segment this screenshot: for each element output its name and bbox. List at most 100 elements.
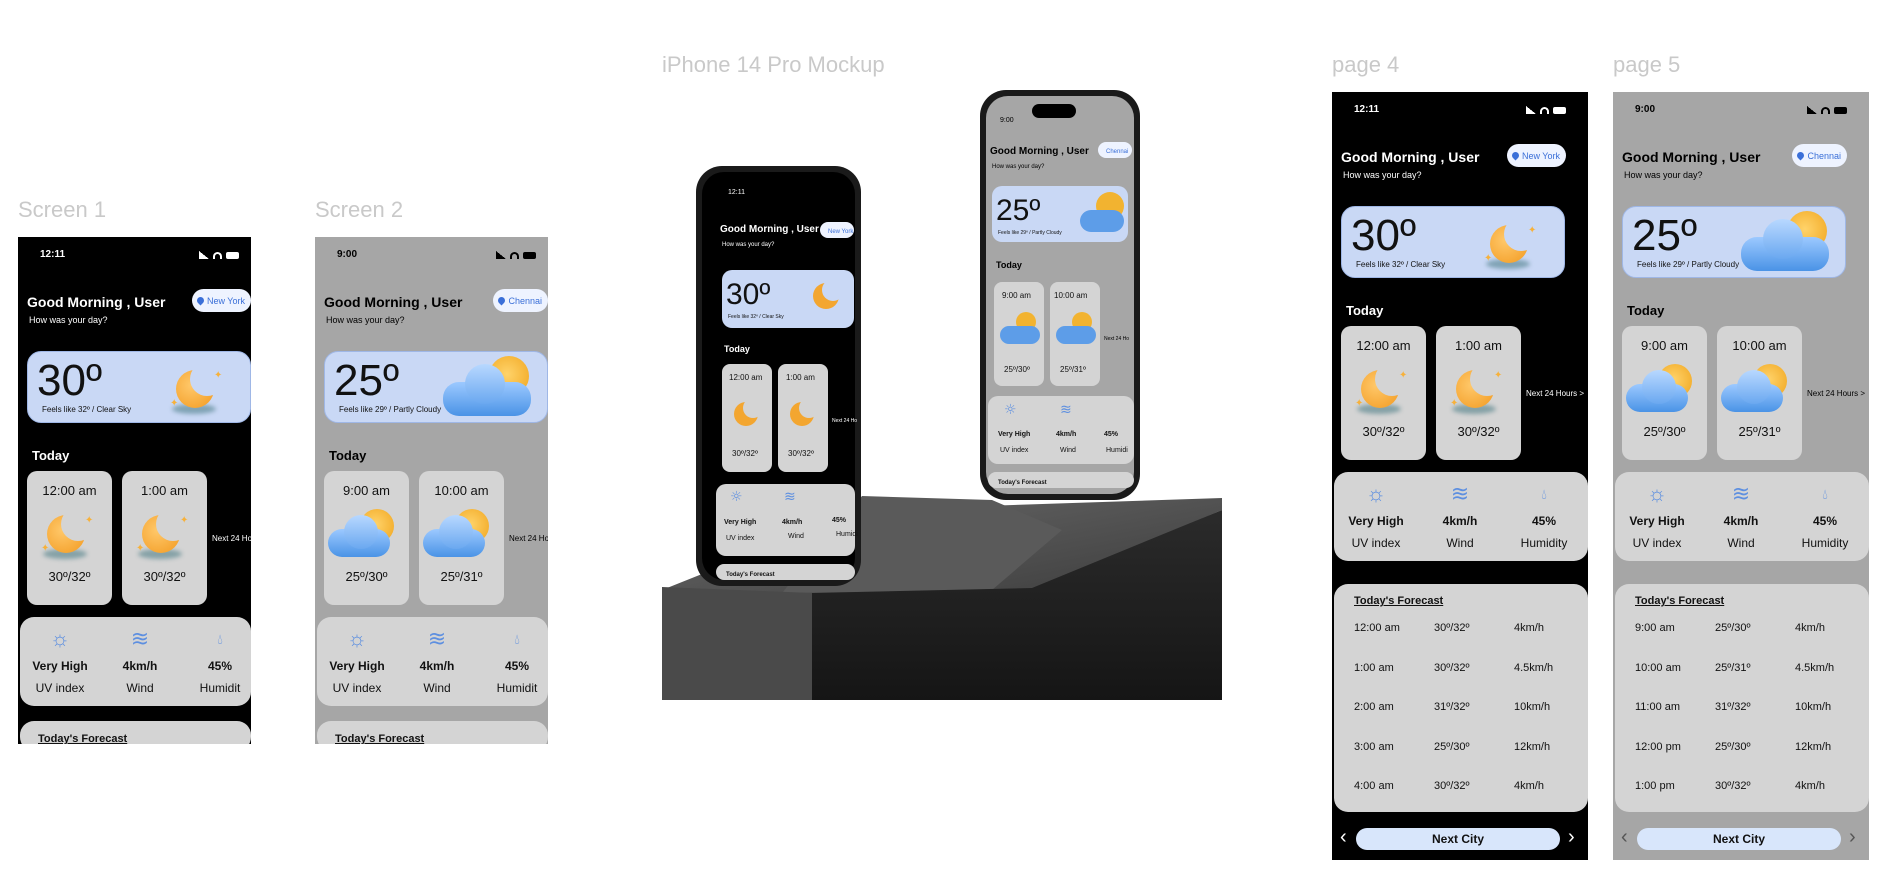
hourly-card[interactable]: 10:00 am 25º/31º bbox=[1717, 326, 1802, 460]
mock-back-l1: UV index bbox=[1000, 447, 1029, 454]
sun-cloud-icon bbox=[1741, 211, 1831, 271]
forecast-range: 30º/32º bbox=[1715, 780, 1751, 792]
forecast-title: Today's Forecast bbox=[1635, 595, 1725, 607]
forecast-wind: 4km/h bbox=[1514, 622, 1544, 634]
next-city-bar: ‹ Next City › bbox=[1613, 826, 1869, 850]
hour-time: 1:00 am bbox=[1455, 338, 1502, 353]
hour-time: 10:00 am bbox=[434, 483, 489, 498]
next-city-button[interactable]: Next City bbox=[1637, 828, 1841, 850]
wind-icon: ≋ bbox=[784, 489, 796, 505]
signal-icon bbox=[199, 251, 209, 259]
hourly-card[interactable]: 1:00 am ✦ ✦ 30º/32º bbox=[1436, 326, 1521, 460]
forecast-time: 12:00 am bbox=[1354, 622, 1400, 634]
stat-wind: ≋ 4km/h Wind bbox=[100, 617, 180, 706]
hourly-card[interactable]: 12:00 am ✦ ✦ 30º/32º bbox=[27, 471, 112, 605]
chevron-right-icon[interactable]: › bbox=[1849, 826, 1856, 848]
weather-stats-panel: ☼ Very High UV index ≋ 4km/h Wind 💧︎ 45% Humid… bbox=[20, 617, 251, 706]
page-4-frame[interactable]: 12:11 Good Morning , User How was your d… bbox=[1332, 92, 1588, 860]
city-selector-button[interactable]: Chennai bbox=[1792, 144, 1847, 167]
hour-temp-range: 25º/30º bbox=[1643, 424, 1686, 439]
forecast-range: 30º/32º bbox=[1434, 780, 1470, 792]
hour-temp-range: 30º/32º bbox=[1362, 424, 1405, 439]
forecast-row: 1:00 am 30º/32º 4.5km/h bbox=[1334, 662, 1588, 682]
forecast-time: 10:00 am bbox=[1635, 662, 1681, 674]
hourly-card[interactable]: 9:00 am 25º/30º bbox=[1622, 326, 1707, 460]
moon-star-icon: ✦ ✦ bbox=[1484, 215, 1538, 269]
screen-2-frame[interactable]: 9:00 Good Morning , User How was your da… bbox=[315, 237, 548, 744]
mock-front-l3: Humidi bbox=[836, 531, 858, 538]
screen-1-frame[interactable]: 12:11 Good Morning , User How was your d… bbox=[18, 237, 251, 744]
page-5-frame[interactable]: 9:00 Good Morning , User How was your da… bbox=[1613, 92, 1869, 860]
chevron-left-icon[interactable]: ‹ bbox=[1340, 826, 1347, 848]
forecast-time: 3:00 am bbox=[1354, 741, 1394, 753]
stat-label: UV index bbox=[1632, 536, 1682, 550]
mock-front-city: New York bbox=[828, 229, 854, 235]
forecast-wind: 4km/h bbox=[1514, 780, 1544, 792]
current-temperature: 25º bbox=[334, 356, 400, 405]
mock-back-l3: Humidi bbox=[1106, 447, 1128, 454]
next-city-button[interactable]: Next City bbox=[1356, 828, 1560, 850]
forecast-card-peek: Today's Forecast bbox=[20, 721, 251, 744]
today-heading: Today bbox=[1346, 303, 1384, 318]
stat-value: 45% bbox=[504, 659, 530, 673]
forecast-wind: 10km/h bbox=[1514, 701, 1551, 713]
stat-humidity: 💧︎ 45% Humidit bbox=[180, 617, 251, 706]
city-selector-button[interactable]: New York bbox=[1506, 144, 1566, 167]
greeting-title: Good Morning , User bbox=[1622, 149, 1761, 165]
stat-label: Humidity bbox=[1801, 536, 1849, 550]
next-24-hours-link[interactable]: Next 24 Hours > bbox=[1526, 389, 1584, 398]
stat-value: 4km/h bbox=[419, 659, 455, 673]
stat-label: UV index bbox=[35, 681, 85, 695]
mock-front-temp: 30º bbox=[726, 278, 770, 311]
forecast-time: 12:00 pm bbox=[1635, 741, 1681, 753]
stat-label: Wind bbox=[126, 681, 154, 695]
sun-icon: ☼ bbox=[1004, 402, 1017, 418]
iphone-mockup-image: 12:11 Good Morning , User How was your d… bbox=[662, 90, 1224, 700]
chevron-left-icon[interactable]: ‹ bbox=[1621, 826, 1628, 848]
forecast-wind: 4km/h bbox=[1795, 622, 1825, 634]
next-24-hours-link[interactable]: Next 24 Ho bbox=[212, 534, 251, 543]
hourly-card[interactable]: 9:00 am 25º/30º bbox=[324, 471, 409, 605]
forecast-row: 1:00 pm 30º/32º 4km/h bbox=[1615, 780, 1869, 800]
moon-star-icon: ✦ ✦ bbox=[136, 505, 190, 559]
sun-icon: ☼ bbox=[730, 489, 743, 505]
greeting-title: Good Morning , User bbox=[27, 294, 166, 310]
battery-icon bbox=[1553, 106, 1566, 114]
forecast-range: 31º/32º bbox=[1434, 701, 1470, 713]
hour-time: 1:00 am bbox=[141, 483, 188, 498]
city-selector-button[interactable]: New York bbox=[191, 289, 251, 312]
forecast-wind: 10km/h bbox=[1795, 701, 1832, 713]
hourly-card[interactable]: 10:00 am 25º/31º bbox=[419, 471, 504, 605]
hourly-card[interactable]: 12:00 am ✦ ✦ 30º/32º bbox=[1341, 326, 1426, 460]
wind-icon: ≋ bbox=[427, 626, 447, 651]
today-heading: Today bbox=[329, 448, 367, 463]
stat-label: UV index bbox=[332, 681, 382, 695]
mock-front-r2: 30º/32º bbox=[788, 449, 814, 458]
stat-humidity: 💧︎ 45% Humidity bbox=[1504, 472, 1584, 561]
stat-wind: ≋ 4km/h Wind bbox=[1420, 472, 1500, 561]
sun-icon: ☼ bbox=[49, 626, 71, 651]
wifi-icon bbox=[510, 251, 519, 259]
wifi-icon bbox=[1821, 106, 1830, 114]
battery-icon bbox=[523, 251, 536, 259]
chevron-right-icon[interactable]: › bbox=[1568, 826, 1575, 848]
wind-icon: ≋ bbox=[1450, 481, 1470, 506]
status-bar: 12:11 bbox=[1332, 104, 1588, 118]
greeting-subtitle: How was your day? bbox=[1343, 170, 1422, 180]
droplet-icon: 💧︎ bbox=[217, 631, 223, 647]
city-selector-button[interactable]: Chennai bbox=[493, 289, 548, 312]
mock-back-sub: How was your day? bbox=[992, 164, 1045, 170]
hourly-card[interactable]: 1:00 am ✦ ✦ 30º/32º bbox=[122, 471, 207, 605]
next-24-hours-link[interactable]: Next 24 Hours > bbox=[1807, 389, 1865, 398]
forecast-wind: 12km/h bbox=[1514, 741, 1551, 753]
forecast-range: 30º/32º bbox=[1434, 622, 1470, 634]
stat-value: 45% bbox=[1531, 514, 1557, 528]
current-weather-card: 25º Feels like 29º / Partly Cloudy bbox=[324, 351, 548, 423]
next-24-hours-link[interactable]: Next 24 Ho bbox=[509, 534, 548, 543]
greeting-subtitle: How was your day? bbox=[29, 315, 108, 325]
hour-temp-range: 25º/30º bbox=[345, 569, 388, 584]
forecast-range: 25º/30º bbox=[1715, 741, 1751, 753]
mock-front-r1: 30º/32º bbox=[732, 449, 758, 458]
forecast-time: 9:00 am bbox=[1635, 622, 1675, 634]
stat-value: Very High bbox=[1629, 514, 1685, 528]
